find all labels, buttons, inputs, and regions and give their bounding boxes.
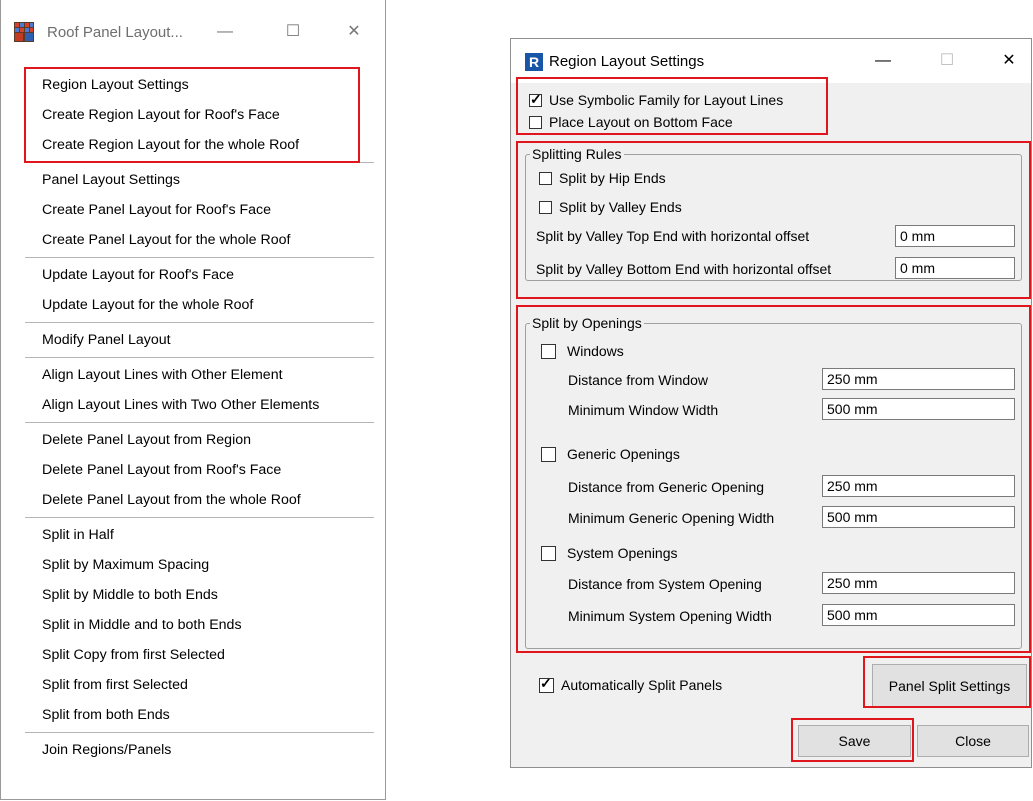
- menu-item-update-whole-roof[interactable]: Update Layout for the whole Roof: [25, 290, 374, 320]
- maximize-icon[interactable]: ☐: [281, 20, 305, 44]
- menu-item-update-roof-face[interactable]: Update Layout for Roof's Face: [25, 260, 374, 290]
- menu-item-delete-from-roof-face[interactable]: Delete Panel Layout from Roof's Face: [25, 455, 374, 485]
- checkbox-label: System Openings: [567, 545, 678, 561]
- use-symbolic-family-checkbox[interactable]: Use Symbolic Family for Layout Lines: [529, 91, 784, 108]
- valley-bottom-offset-label: Split by Valley Bottom End with horizont…: [536, 261, 832, 277]
- menu-item-split-max-spacing[interactable]: Split by Maximum Spacing: [25, 550, 374, 580]
- left-titlebar[interactable]: Roof Panel Layout... — ☐ ✕: [1, 0, 385, 62]
- menu-item-split-from-both-ends[interactable]: Split from both Ends: [25, 700, 374, 730]
- menu-item-split-middle-to-ends[interactable]: Split by Middle to both Ends: [25, 580, 374, 610]
- checkbox-box[interactable]: [541, 446, 556, 462]
- menu-item-create-panel-whole-roof[interactable]: Create Panel Layout for the whole Roof: [25, 225, 374, 255]
- menu-item-align-two-elements[interactable]: Align Layout Lines with Two Other Elemen…: [25, 390, 374, 420]
- valley-top-offset-label: Split by Valley Top End with horizontal …: [536, 228, 810, 244]
- system-openings-checkbox[interactable]: System Openings: [541, 545, 678, 561]
- menu-item-delete-from-whole-roof[interactable]: Delete Panel Layout from the whole Roof: [25, 485, 374, 515]
- minimum-system-width-label: Minimum System Opening Width: [568, 608, 772, 624]
- split-by-openings-legend: Split by Openings: [532, 315, 642, 331]
- checkbox-box[interactable]: [539, 171, 552, 185]
- menu-item-create-region-roof-face[interactable]: Create Region Layout for Roof's Face: [25, 100, 374, 130]
- distance-from-generic-label: Distance from Generic Opening: [568, 479, 765, 495]
- right-titlebar[interactable]: R Region Layout Settings — ☐ ✕: [511, 39, 1031, 83]
- close-icon[interactable]: ✕: [342, 20, 366, 44]
- minimum-generic-width-input[interactable]: [822, 506, 1015, 528]
- menu-group-panel: Panel Layout Settings Create Panel Layou…: [25, 162, 374, 257]
- checkbox-label: Windows: [567, 343, 624, 359]
- checkbox-label: Place Layout on Bottom Face: [549, 114, 733, 130]
- minimum-window-width-input[interactable]: [822, 398, 1015, 420]
- menu-group-align: Align Layout Lines with Other Element Al…: [25, 357, 374, 422]
- minimize-icon[interactable]: —: [213, 20, 237, 44]
- menu-item-region-layout-settings[interactable]: Region Layout Settings: [25, 70, 374, 100]
- menu-item-join-regions-panels[interactable]: Join Regions/Panels: [25, 735, 374, 765]
- menu-group-update: Update Layout for Roof's Face Update Lay…: [25, 257, 374, 322]
- save-button[interactable]: Save: [798, 725, 911, 757]
- checkbox-box[interactable]: [529, 115, 542, 129]
- menu-item-create-region-whole-roof[interactable]: Create Region Layout for the whole Roof: [25, 130, 374, 160]
- maximize-icon: ☐: [939, 52, 955, 69]
- generic-openings-checkbox[interactable]: Generic Openings: [541, 446, 680, 462]
- distance-from-generic-input[interactable]: [822, 475, 1015, 497]
- split-valley-ends-checkbox[interactable]: Split by Valley Ends: [539, 199, 682, 215]
- checkbox-box[interactable]: [539, 675, 554, 693]
- minimum-window-width-label: Minimum Window Width: [568, 402, 719, 418]
- close-button[interactable]: Close: [917, 725, 1029, 757]
- region-layout-settings-dialog: R Region Layout Settings — ☐ ✕ Use Symbo…: [510, 38, 1032, 768]
- menu-group-delete: Delete Panel Layout from Region Delete P…: [25, 422, 374, 517]
- checkbox-box[interactable]: [529, 91, 542, 108]
- distance-from-window-input[interactable]: [822, 368, 1015, 390]
- menu-item-create-panel-roof-face[interactable]: Create Panel Layout for Roof's Face: [25, 195, 374, 225]
- menu-group-join: Join Regions/Panels: [25, 732, 374, 767]
- revit-icon: R: [525, 53, 543, 71]
- menu-group-split: Split in Half Split by Maximum Spacing S…: [25, 517, 374, 732]
- menu-group-modify: Modify Panel Layout: [25, 322, 374, 357]
- menu-item-align-other-element[interactable]: Align Layout Lines with Other Element: [25, 360, 374, 390]
- checkbox-box[interactable]: [539, 200, 552, 214]
- roof-panel-app-icon: [14, 22, 34, 42]
- valley-top-offset-input[interactable]: [895, 225, 1015, 247]
- close-icon[interactable]: ✕: [997, 49, 1021, 73]
- checkbox-label: Generic Openings: [567, 446, 680, 462]
- menu-item-split-in-middle-and-ends[interactable]: Split in Middle and to both Ends: [25, 610, 374, 640]
- splitting-rules-legend: Splitting Rules: [532, 146, 622, 162]
- checkbox-box[interactable]: [541, 343, 556, 359]
- split-hip-ends-checkbox[interactable]: Split by Hip Ends: [539, 170, 666, 186]
- windows-checkbox[interactable]: Windows: [541, 343, 624, 359]
- command-menu: Region Layout Settings Create Region Lay…: [25, 68, 374, 767]
- menu-group-region: Region Layout Settings Create Region Lay…: [25, 68, 374, 162]
- left-window-title: Roof Panel Layout...: [47, 24, 183, 41]
- checkbox-label: Split by Hip Ends: [559, 170, 666, 186]
- minimize-icon[interactable]: —: [871, 49, 895, 73]
- automatically-split-panels-checkbox[interactable]: Automatically Split Panels: [539, 675, 723, 693]
- menu-item-delete-from-region[interactable]: Delete Panel Layout from Region: [25, 425, 374, 455]
- panel-split-settings-button[interactable]: Panel Split Settings: [872, 664, 1027, 708]
- menu-item-split-copy-first[interactable]: Split Copy from first Selected: [25, 640, 374, 670]
- menu-item-modify-panel-layout[interactable]: Modify Panel Layout: [25, 325, 374, 355]
- checkbox-box[interactable]: [541, 545, 556, 561]
- roof-panel-layout-window: Roof Panel Layout... — ☐ ✕ Region Layout…: [0, 0, 386, 800]
- checkbox-label: Automatically Split Panels: [561, 677, 723, 693]
- checkbox-label: Split by Valley Ends: [559, 199, 682, 215]
- valley-bottom-offset-input[interactable]: [895, 257, 1015, 279]
- dialog-title: Region Layout Settings: [549, 53, 705, 70]
- distance-from-system-input[interactable]: [822, 572, 1015, 594]
- place-bottom-face-checkbox[interactable]: Place Layout on Bottom Face: [529, 114, 733, 130]
- menu-item-panel-layout-settings[interactable]: Panel Layout Settings: [25, 165, 374, 195]
- menu-item-split-in-half[interactable]: Split in Half: [25, 520, 374, 550]
- checkbox-label: Use Symbolic Family for Layout Lines: [549, 92, 784, 108]
- distance-from-system-label: Distance from System Opening: [568, 576, 762, 592]
- minimum-generic-width-label: Minimum Generic Opening Width: [568, 510, 775, 526]
- distance-from-window-label: Distance from Window: [568, 372, 709, 388]
- menu-item-split-from-first[interactable]: Split from first Selected: [25, 670, 374, 700]
- minimum-system-width-input[interactable]: [822, 604, 1015, 626]
